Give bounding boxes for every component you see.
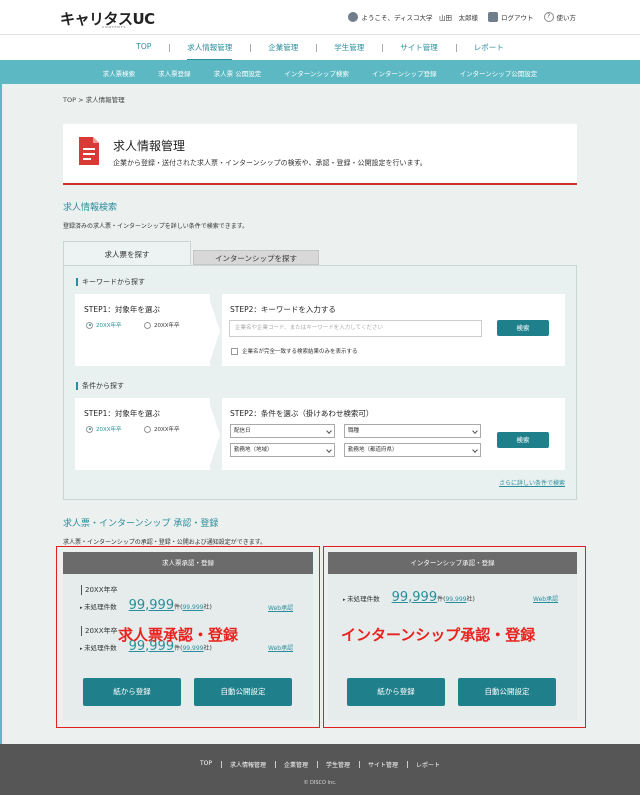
keyword-input[interactable]: 企業名や企業コード、またはキーワードを入力してください <box>229 320 482 337</box>
exact-match-checkbox[interactable]: 企業名が完全一致する検索結果のみを表示する <box>231 347 358 355</box>
jobs-paper-register-button[interactable]: 紙から登録 <box>83 678 181 706</box>
intern-auto-publish-button[interactable]: 自動公開設定 <box>458 678 556 706</box>
intern-card-title: インターンシップ承認・登録 <box>328 552 577 574</box>
approval-description: 求人票・インターンシップの承認・登録・公開および通知設定ができます。 <box>63 539 267 546</box>
footer-link-companies[interactable]: 企業管理 <box>274 760 317 769</box>
sub-nav: 求人票検索 求人票登録 求人票 公開設定 インターンシップ検索 インターンシップ… <box>0 60 640 84</box>
select-region[interactable]: 勤務地（地域） <box>230 443 335 457</box>
radio-empty <box>144 425 151 433</box>
logo[interactable]: キャリタスUC CONTENTS <box>60 8 155 29</box>
intern-web-approve-link[interactable]: Web承認 <box>533 594 558 603</box>
keyword-group-label: キーワードから探す <box>76 278 145 286</box>
select-delivery-date[interactable]: 配信日 <box>230 424 335 438</box>
user-icon <box>348 12 359 22</box>
tab-job-search[interactable]: 求人票を探す <box>63 241 191 266</box>
jobs-companies-1[interactable]: 99,999 <box>182 604 203 611</box>
breadcrumb: TOP > 求人情報管理 <box>63 96 125 104</box>
site-footer: TOP 求人情報管理 企業管理 学生管理 サイト管理 レポート © DISCO … <box>0 744 640 795</box>
intern-pending-count[interactable]: 99,999 <box>392 590 438 605</box>
keyword-search-button[interactable]: 検索 <box>497 320 549 336</box>
cond-year-radio-1[interactable]: 20XX年卒 <box>86 425 122 433</box>
jobs-web-approve-link-2[interactable]: Web承認 <box>268 643 293 652</box>
document-icon <box>79 137 99 165</box>
nav-top[interactable]: TOP <box>118 42 169 53</box>
page-title-box: 求人情報管理 企業から登録・送付された求人票・インターンシップの検索や、承認・登… <box>63 124 577 185</box>
user-greeting: ようこそ、ディスコ大学 山田 太郎様 <box>348 12 478 22</box>
jobs-pending-row-1: 未処理件数 99,999 件 (99,999社) <box>80 598 212 613</box>
left-edge-bar <box>0 84 2 744</box>
search-description: 登録済みの求人票・インターンシップを詳しい条件で検索できます。 <box>63 223 249 230</box>
help-link[interactable]: ? 使い方 <box>543 12 576 22</box>
nav-report[interactable]: レポート <box>455 42 522 53</box>
tab-intern-search[interactable]: インターンシップを探す <box>193 250 319 265</box>
page-description: 企業から登録・送付された求人票・インターンシップの検索や、承認・登録・公開設定を… <box>113 159 427 167</box>
jobs-overlay-label: 求人票承認・登録 <box>118 626 239 644</box>
logout-icon <box>488 12 498 22</box>
intern-pending-row: 未処理件数 99,999 件 (99,999社) <box>343 590 475 605</box>
select-job-type[interactable]: 職種 <box>344 424 481 438</box>
step-arrow <box>210 405 220 465</box>
jobs-web-approve-link-1[interactable]: Web承認 <box>268 603 293 612</box>
approval-heading: 求人票・インターンシップ 承認・登録 <box>63 519 219 529</box>
kw-step2-label: STEP2：キーワードを入力する <box>230 305 336 314</box>
search-heading: 求人情報検索 <box>63 203 118 213</box>
condition-group-label: 条件から探す <box>76 382 124 390</box>
cond-year-radio-2[interactable]: 20XX年卒 <box>144 425 180 433</box>
site-header: キャリタスUC CONTENTS ようこそ、ディスコ大学 山田 太郎様 ログアウト… <box>0 0 640 34</box>
subnav-job-publish[interactable]: 求人票 公開設定 <box>214 68 262 78</box>
footer-link-site[interactable]: サイト管理 <box>359 760 407 769</box>
condition-search-button[interactable]: 検索 <box>497 432 549 448</box>
select-prefecture[interactable]: 勤務地（都道府県） <box>344 443 481 457</box>
jobs-card-title: 求人票承認・登録 <box>63 552 313 574</box>
jobs-pending-count-1[interactable]: 99,999 <box>129 598 175 613</box>
radio-empty <box>144 321 151 329</box>
nav-job-management[interactable]: 求人情報管理 <box>169 42 250 61</box>
radio-selected <box>86 321 93 329</box>
subnav-job-search[interactable]: 求人票検索 <box>103 68 136 78</box>
cond-step2-label: STEP2：条件を選ぶ（掛けあわせ検索可） <box>230 409 374 418</box>
footer-link-jobs[interactable]: 求人情報管理 <box>220 760 275 769</box>
footer-link-top[interactable]: TOP <box>191 760 221 769</box>
step-arrow <box>210 301 220 361</box>
copyright: © DISCO Inc. <box>303 780 337 786</box>
jobs-auto-publish-button[interactable]: 自動公開設定 <box>194 678 292 706</box>
intern-paper-register-button[interactable]: 紙から登録 <box>347 678 445 706</box>
nav-student-management[interactable]: 学生管理 <box>316 42 382 53</box>
search-panel: キーワードから探す STEP1：対象年を選ぶ 20XX年卒 20XX年卒 STE… <box>63 265 577 500</box>
help-icon: ? <box>543 12 554 22</box>
subnav-intern-register[interactable]: インターンシップ登録 <box>372 68 437 78</box>
subnav-intern-search[interactable]: インターンシップ検索 <box>284 68 349 78</box>
jobs-companies-2[interactable]: 99,999 <box>182 645 203 652</box>
jobs-year-2: 20XX年卒 <box>81 626 118 636</box>
footer-link-students[interactable]: 学生管理 <box>317 760 359 769</box>
main-nav: TOP 求人情報管理 企業管理 学生管理 サイト管理 レポート <box>0 34 640 61</box>
page-title: 求人情報管理 <box>113 139 186 153</box>
kw-year-radio-2[interactable]: 20XX年卒 <box>144 321 180 329</box>
checkbox-box <box>231 347 238 355</box>
nav-site-management[interactable]: サイト管理 <box>382 42 456 53</box>
logout-link[interactable]: ログアウト <box>488 12 534 22</box>
intern-overlay-label: インターンシップ承認・登録 <box>341 626 536 644</box>
jobs-year-1: 20XX年卒 <box>81 585 118 595</box>
kw-year-radio-1[interactable]: 20XX年卒 <box>86 321 122 329</box>
footer-link-report[interactable]: レポート <box>407 760 449 769</box>
advanced-search-link[interactable]: さらに詳しい条件で検索 <box>499 478 565 487</box>
intern-companies[interactable]: 99,999 <box>445 596 466 603</box>
header-user-area: ようこそ、ディスコ大学 山田 太郎様 ログアウト ? 使い方 <box>348 12 576 22</box>
subnav-intern-publish[interactable]: インターンシップ公開設定 <box>460 68 538 78</box>
nav-company-management[interactable]: 企業管理 <box>250 42 316 53</box>
kw-step1-label: STEP1：対象年を選ぶ <box>84 305 160 314</box>
subnav-job-register[interactable]: 求人票登録 <box>158 68 191 78</box>
radio-selected <box>86 425 93 433</box>
cond-step1-label: STEP1：対象年を選ぶ <box>84 409 160 418</box>
